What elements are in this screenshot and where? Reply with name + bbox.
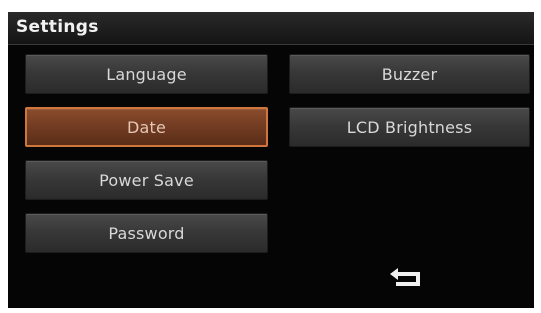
- buzzer-button[interactable]: Buzzer: [289, 54, 530, 94]
- date-button[interactable]: Date: [25, 107, 268, 147]
- settings-screen: Settings Language Date Power Save Passwo…: [8, 12, 534, 308]
- password-button[interactable]: Password: [25, 213, 268, 253]
- return-arrow-icon: [390, 268, 420, 286]
- page-title: Settings: [16, 17, 99, 37]
- back-button[interactable]: [384, 264, 430, 294]
- title-bar: Settings: [8, 12, 534, 45]
- lcd-brightness-button[interactable]: LCD Brightness: [289, 107, 530, 147]
- language-button[interactable]: Language: [25, 54, 268, 94]
- power-save-button[interactable]: Power Save: [25, 160, 268, 200]
